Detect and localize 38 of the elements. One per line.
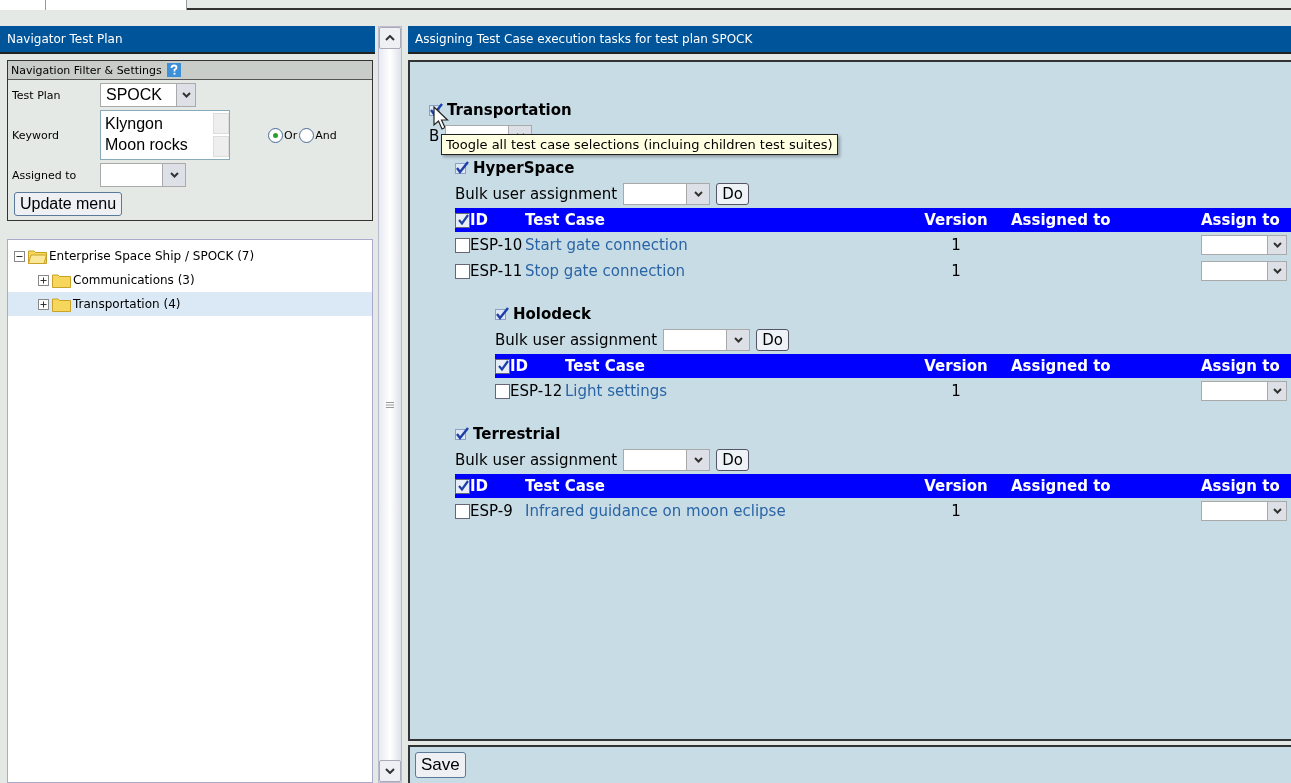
column-header: Assign to [1201,211,1280,229]
bulk-label: Bulk user assignment [455,185,618,203]
column-header: Test Case [525,211,605,229]
test-case-id: ESP-9 [470,502,513,520]
bulk-label: Bulk user assignment [455,451,618,469]
column-header: Assigned to [1011,211,1111,229]
column-header: Assigned to [1011,357,1111,375]
column-header: ID [470,211,489,229]
test-case-id: ESP-10 [470,236,523,254]
field-label: Keyword [12,128,60,142]
test-case-id: ESP-11 [470,262,523,280]
column-header: Assigned to [1011,477,1111,495]
bulk-label: Bulk user assignment [495,331,658,349]
suite-title: Holodeck [513,305,592,323]
field-label: Assigned to [12,168,78,182]
column-header: Test Case [525,477,605,495]
column-header: ID [510,357,529,375]
column-header: ID [470,477,489,495]
bulk-label: B [429,127,440,145]
version-cell: 1 [951,502,961,520]
tooltip: Toogle all test case selections (incluing children test suites) [441,134,838,155]
filter-title: Navigation Filter & Settings [11,63,162,77]
column-header: Version [924,357,988,375]
version-cell: 1 [951,382,961,400]
suite-title: Terrestrial [473,425,561,443]
suite-title: Transportation [447,101,572,119]
panel-title: Navigator Test Plan [0,26,375,54]
column-header: Version [924,211,988,229]
panel-title: Assigning Test Case execution tasks for test plan SPOCK [408,26,1291,54]
version-cell: 1 [951,262,961,280]
column-header: Assign to [1201,357,1280,375]
field-label: Test Plan [12,88,62,102]
suite-title: HyperSpace [473,159,575,177]
column-header: Test Case [565,357,645,375]
column-header: Assign to [1201,477,1280,495]
test-case-id: ESP-12 [510,382,563,400]
column-header: Version [924,477,988,495]
version-cell: 1 [951,236,961,254]
